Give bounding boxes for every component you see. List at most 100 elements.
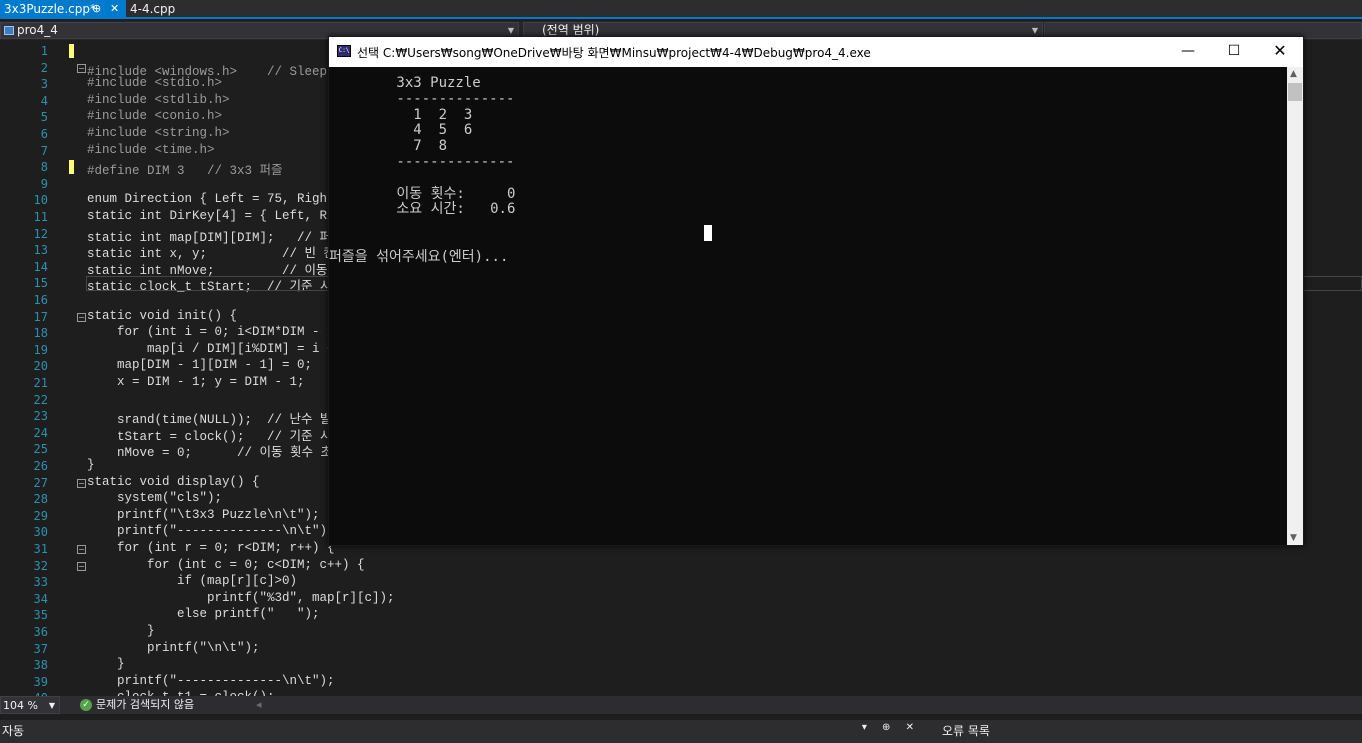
- line-number: 28: [33, 492, 48, 507]
- project-icon: [4, 26, 14, 35]
- scroll-thumb[interactable]: [1288, 83, 1302, 101]
- panel-controls[interactable]: ▾ ⊕ ✕: [862, 722, 920, 733]
- text-cursor: [704, 225, 712, 241]
- code-line[interactable]: for (int c = 0; c<DIM; c++) {: [87, 558, 365, 572]
- line-number: 7: [40, 143, 48, 158]
- console-line: --------------: [329, 154, 515, 170]
- fold-toggle-icon[interactable]: −: [77, 478, 86, 488]
- code-line[interactable]: printf("\n\t");: [87, 641, 260, 655]
- code-line[interactable]: map[i / DIM][i%DIM] = i + 1;: [87, 342, 357, 356]
- fold-toggle-icon[interactable]: −: [77, 561, 86, 571]
- code-line[interactable]: printf("\t3x3 Puzzle\n\t");: [87, 508, 320, 522]
- console-line: 4 5 6: [329, 122, 473, 139]
- pin-icon[interactable]: ⊕: [92, 0, 101, 18]
- code-line[interactable]: for (int i = 0; i<DIM*DIM - 1;: [87, 325, 350, 339]
- code-line[interactable]: for (int r = 0; r<DIM; r++) {: [87, 541, 335, 555]
- line-number: 19: [33, 342, 48, 357]
- minimize-button[interactable]: —: [1165, 37, 1211, 67]
- line-number: 32: [33, 558, 48, 573]
- close-tab-icon[interactable]: ✕: [110, 0, 119, 18]
- console-scrollbar[interactable]: ▲ ▼: [1287, 67, 1303, 545]
- line-number: 15: [33, 276, 48, 291]
- code-line[interactable]: static int DirKey[4] = { Left, Right: [87, 209, 357, 223]
- tab-label: 4-4.cpp: [130, 2, 176, 16]
- code-line[interactable]: }: [87, 624, 155, 638]
- code-line[interactable]: static void init() {: [87, 309, 237, 323]
- code-line[interactable]: printf("--------------\n\t");: [87, 524, 335, 538]
- code-line[interactable]: #include <stdio.h>: [87, 76, 222, 90]
- scroll-left-icon[interactable]: ◂: [256, 696, 262, 714]
- line-number: 24: [33, 425, 48, 440]
- console-line: 1 2 3: [329, 106, 473, 123]
- code-line[interactable]: static void display() {: [87, 475, 260, 489]
- code-line[interactable]: }: [87, 458, 95, 472]
- line-number: 23: [33, 409, 48, 424]
- document-tab-strip: 3x3Puzzle.cpp* ⊕ ✕ 4-4.cpp: [0, 0, 1362, 19]
- code-line[interactable]: #define DIM 3 // 3x3 퍼즐: [87, 159, 283, 178]
- code-line[interactable]: if (map[r][c]>0): [87, 574, 297, 588]
- line-number: 2: [40, 60, 48, 75]
- zoom-level: 104 %: [3, 699, 38, 712]
- console-line: 7 8: [329, 138, 448, 155]
- change-marker: [69, 160, 74, 175]
- code-line[interactable]: map[DIM - 1][DIM - 1] = 0;: [87, 358, 312, 372]
- code-line[interactable]: #include <string.h>: [87, 126, 230, 140]
- scroll-down-icon[interactable]: ▼: [1290, 533, 1297, 543]
- code-line[interactable]: else printf(" ");: [87, 607, 320, 621]
- code-line[interactable]: }: [87, 657, 125, 671]
- line-number: 14: [33, 259, 48, 274]
- zoom-dropdown[interactable]: 104 % ▼: [0, 696, 60, 714]
- code-line[interactable]: nMove = 0; // 이동 횟수 초: [87, 441, 332, 460]
- tab-3x3puzzle-cpp[interactable]: 3x3Puzzle.cpp* ⊕ ✕: [0, 0, 126, 19]
- console-title-bar[interactable]: C:\ 선택 C:₩Users₩song₩OneDrive₩바탕 화면₩Mins…: [329, 37, 1303, 67]
- line-number: 10: [33, 193, 48, 208]
- line-number: 33: [33, 575, 48, 590]
- console-window[interactable]: C:\ 선택 C:₩Users₩song₩OneDrive₩바탕 화면₩Mins…: [328, 36, 1304, 546]
- line-number: 6: [40, 127, 48, 141]
- editor-status-bar: 104 % ▼ ✓ 문제가 검색되지 않음 ◂: [0, 696, 1362, 714]
- scope-label: (전역 범위): [542, 23, 600, 37]
- line-number: 25: [33, 442, 48, 457]
- code-line[interactable]: enum Direction { Left = 75, Right =: [87, 192, 350, 206]
- console-line: 3x3 Puzzle: [329, 75, 481, 91]
- change-marker: [69, 44, 74, 58]
- line-number: 29: [33, 508, 48, 523]
- code-line[interactable]: #include <time.h>: [87, 143, 215, 157]
- autos-panel-header[interactable]: 자동 ▾ ⊕ ✕: [0, 722, 934, 739]
- console-line: 소요 시간: 0.6: [329, 201, 516, 218]
- line-number: 36: [33, 625, 48, 639]
- error-list-title: 오류 목록: [942, 724, 990, 738]
- line-number: 17: [33, 309, 48, 324]
- bottom-panels: 자동 ▾ ⊕ ✕ 오류 목록: [0, 714, 1362, 743]
- code-line[interactable]: system("cls");: [87, 491, 222, 505]
- chevron-down-icon: ▼: [48, 701, 55, 710]
- code-line[interactable]: #include <stdlib.h>: [87, 93, 230, 107]
- close-button[interactable]: ✕: [1257, 37, 1303, 67]
- code-line[interactable]: x = DIM - 1; y = DIM - 1;: [87, 375, 305, 389]
- code-line[interactable]: #include <conio.h>: [87, 109, 222, 123]
- status-message: 문제가 검색되지 않음: [96, 698, 195, 711]
- fold-toggle-icon[interactable]: −: [77, 545, 86, 554]
- line-number: 37: [33, 641, 48, 656]
- line-number: 26: [33, 459, 48, 473]
- line-number: 30: [33, 525, 48, 540]
- maximize-button[interactable]: ☐: [1211, 37, 1257, 67]
- line-number: 22: [33, 392, 48, 407]
- console-output[interactable]: 3x3 Puzzle -------------- 1 2 3 4 5 6 7 …: [329, 67, 1287, 545]
- tab-4-4-cpp[interactable]: 4-4.cpp: [126, 0, 179, 19]
- line-number: 3: [40, 77, 48, 92]
- line-number: 35: [33, 608, 48, 623]
- error-list-panel-header[interactable]: 오류 목록: [942, 722, 990, 739]
- check-circle-icon: ✓: [80, 699, 92, 711]
- line-number: 38: [33, 658, 48, 673]
- code-line[interactable]: printf("--------------\n\t");: [87, 674, 335, 688]
- code-line[interactable]: printf("%3d", map[r][c]);: [87, 591, 395, 605]
- line-number: 16: [33, 293, 48, 307]
- line-number: 5: [40, 110, 48, 125]
- scroll-up-icon[interactable]: ▲: [1290, 69, 1297, 79]
- console-title: 선택 C:₩Users₩song₩OneDrive₩바탕 화면₩Minsu₩pr…: [357, 46, 871, 60]
- fold-toggle-icon[interactable]: −: [77, 312, 86, 322]
- autos-panel-title: 자동: [2, 724, 25, 738]
- fold-toggle-icon[interactable]: −: [77, 63, 86, 73]
- console-app-icon: C:\: [337, 45, 351, 57]
